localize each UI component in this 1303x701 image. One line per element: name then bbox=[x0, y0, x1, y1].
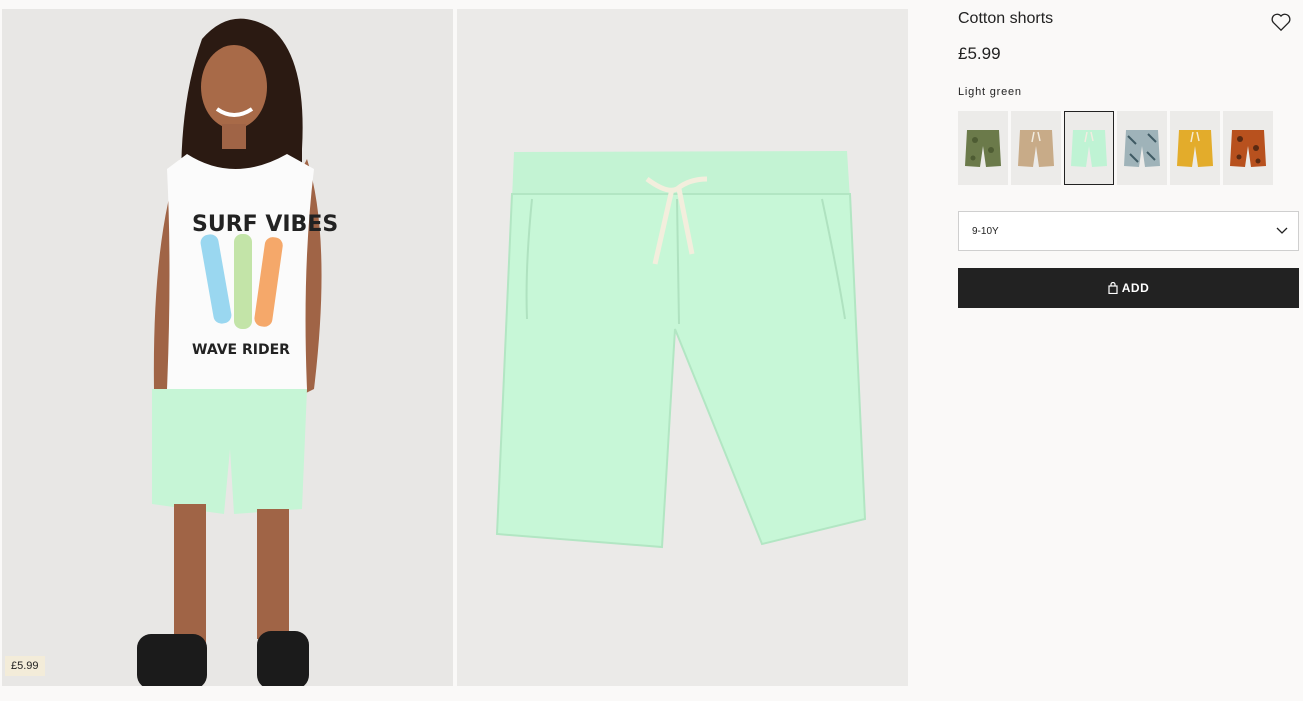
swatch-palm-print[interactable] bbox=[1117, 111, 1167, 185]
color-swatches bbox=[958, 111, 1273, 185]
product-price: £5.99 bbox=[958, 44, 1001, 63]
model-photo[interactable]: SURF VIBES WAVE RIDER £5.99 bbox=[2, 9, 453, 686]
tank-text-2: WAVE RIDER bbox=[192, 342, 290, 358]
chevron-down-icon bbox=[1276, 227, 1288, 234]
product-photo[interactable] bbox=[457, 9, 908, 686]
shopping-bag-icon bbox=[1108, 282, 1118, 294]
price-tag: £5.99 bbox=[5, 656, 45, 676]
add-to-bag-button[interactable]: ADD bbox=[958, 268, 1299, 308]
swatch-yellow[interactable] bbox=[1170, 111, 1220, 185]
swatch-rust-print[interactable] bbox=[1223, 111, 1273, 185]
shorts-illustration bbox=[457, 9, 908, 686]
model-illustration: SURF VIBES WAVE RIDER bbox=[2, 9, 453, 686]
add-button-label: ADD bbox=[1121, 281, 1150, 295]
size-select[interactable]: 9-10Y bbox=[958, 211, 1299, 251]
selected-color-name: Light green bbox=[958, 86, 1022, 98]
swatch-khaki-print[interactable] bbox=[958, 111, 1008, 185]
swatch-beige[interactable] bbox=[1011, 111, 1061, 185]
size-select-value: 9-10Y bbox=[972, 226, 999, 237]
product-title: Cotton shorts bbox=[958, 10, 1054, 27]
tank-text-1: SURF VIBES bbox=[192, 212, 338, 237]
swatch-light-green[interactable] bbox=[1064, 111, 1114, 185]
heart-icon[interactable] bbox=[1270, 12, 1292, 32]
